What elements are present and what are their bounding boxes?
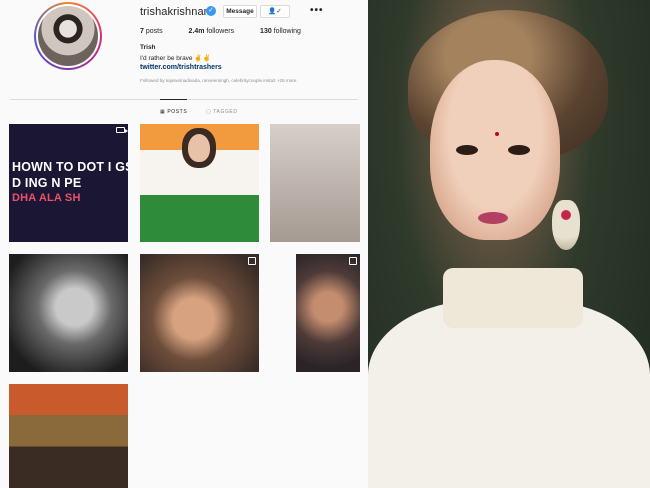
tile-text-line-3: DHA ALA SH	[12, 192, 81, 204]
message-button[interactable]: Message	[223, 5, 257, 18]
post-tile-3[interactable]	[270, 124, 360, 242]
portrait-bindi	[495, 132, 499, 136]
followers-stat[interactable]: 2.4m followers	[189, 28, 247, 35]
tab-posts-label: POSTS	[167, 109, 188, 115]
verified-badge-icon: ✓	[206, 6, 216, 16]
bio-text: I'd rather be brave ✌️✌️	[140, 55, 211, 62]
carousel-icon	[248, 257, 256, 265]
bio-name: Trish	[140, 44, 156, 51]
profile-stats: 7 posts 2.4m followers 130 following	[140, 28, 325, 35]
tagged-icon: ▢	[206, 109, 212, 115]
bio-link[interactable]: twitter.com/trishtrashers	[140, 64, 222, 71]
post-tile-5[interactable]	[140, 254, 259, 372]
following-label: following	[273, 28, 301, 35]
tile-text-line-1: HOWN TO DOT I GS	[12, 160, 128, 174]
post-tile-1[interactable]: HOWN TO DOT I GS D ING N PE DHA ALA SH	[9, 124, 128, 242]
instagram-profile-panel: trishakrishnan ✓ Message 👤✓ ••• 7 posts …	[0, 0, 368, 488]
grid-icon: ▦	[160, 109, 166, 115]
post-tile-7[interactable]	[9, 384, 128, 488]
carousel-icon	[349, 257, 357, 265]
posts-label: posts	[145, 28, 163, 35]
video-icon	[116, 127, 128, 133]
posts-count: 7	[140, 28, 144, 35]
post-tile-2[interactable]	[140, 124, 259, 242]
avatar-frame	[36, 4, 100, 68]
tab-tagged-label: TAGGED	[213, 109, 238, 115]
portrait-photo	[368, 0, 650, 488]
profile-username: trishakrishnan	[140, 6, 210, 18]
portrait-dress	[368, 300, 650, 488]
avatar-image	[38, 6, 98, 66]
profile-avatar[interactable]	[34, 2, 102, 70]
tab-posts[interactable]: ▦ POSTS	[160, 99, 188, 115]
portrait-earring	[552, 200, 580, 250]
following-count: 130	[260, 28, 272, 35]
portrait-lips	[478, 212, 508, 224]
followers-count: 2.4m	[188, 28, 205, 35]
tab-tagged[interactable]: ▢ TAGGED	[206, 109, 238, 115]
following-stat[interactable]: 130 following	[260, 28, 313, 35]
posts-stat[interactable]: 7 posts	[140, 28, 175, 35]
portrait-collar	[443, 268, 583, 328]
following-button[interactable]: 👤✓	[260, 5, 290, 18]
portrait-right-eye	[508, 145, 530, 155]
more-options-icon[interactable]: •••	[310, 5, 324, 16]
face-shape	[188, 134, 210, 162]
tile-text-line-2: D ING N PE	[12, 176, 82, 190]
post-tile-4[interactable]	[9, 254, 128, 372]
post-tile-6[interactable]	[296, 254, 360, 372]
portrait-left-eye	[456, 145, 478, 155]
followers-label: followers	[206, 28, 235, 35]
followed-by-text[interactable]: Followed by tejaswimadivada, ranveersing…	[140, 78, 296, 83]
